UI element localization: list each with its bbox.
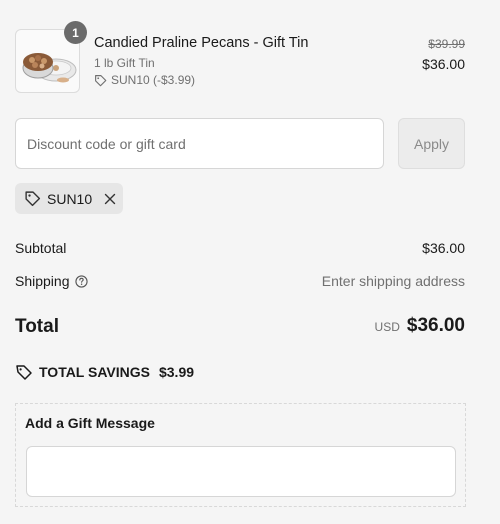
remove-code-button[interactable] (104, 193, 116, 205)
product-title: Candied Praline Pecans - Gift Tin (94, 35, 309, 51)
savings-amount: $3.99 (158, 364, 195, 380)
discount-code-input[interactable] (15, 118, 384, 169)
product-variant: 1 lb Gift Tin (94, 56, 155, 70)
price-final: $36.00 (422, 56, 465, 72)
subtotal-label: Subtotal (15, 240, 67, 256)
quantity-badge: 1 (64, 21, 87, 44)
applied-code-label: SUN10 (47, 190, 93, 207)
price-original: $39.99 (428, 37, 465, 51)
shipping-value: Enter shipping address (321, 273, 465, 289)
savings-label: TOTAL SAVINGS (39, 364, 150, 380)
close-icon (104, 193, 116, 204)
shipping-label-row: Shipping (15, 273, 88, 289)
product-discount: SUN10 (-$3.99) (94, 73, 195, 87)
product-discount-label: SUN10 (-$3.99) (111, 73, 196, 87)
applied-code-tag: SUN10 (15, 183, 123, 214)
gift-message-section: Add a Gift Message (15, 403, 466, 507)
currency-code: USD (374, 320, 400, 334)
tag-icon (95, 74, 107, 86)
gift-message-title: Add a Gift Message (25, 415, 155, 431)
tag-icon (25, 191, 41, 207)
total-savings: TOTAL SAVINGS $3.99 (15, 363, 194, 381)
subtotal-value: $36.00 (422, 240, 465, 256)
total-label: Total (15, 316, 59, 337)
shipping-label: Shipping (15, 273, 70, 289)
help-icon[interactable] (74, 274, 88, 288)
total-amount: $36.00 (406, 315, 465, 336)
savings-tag-icon (16, 365, 32, 380)
gift-message-input[interactable] (26, 446, 456, 497)
apply-button[interactable]: Apply (398, 118, 465, 169)
total-value-group: USD $36.00 (375, 315, 465, 337)
